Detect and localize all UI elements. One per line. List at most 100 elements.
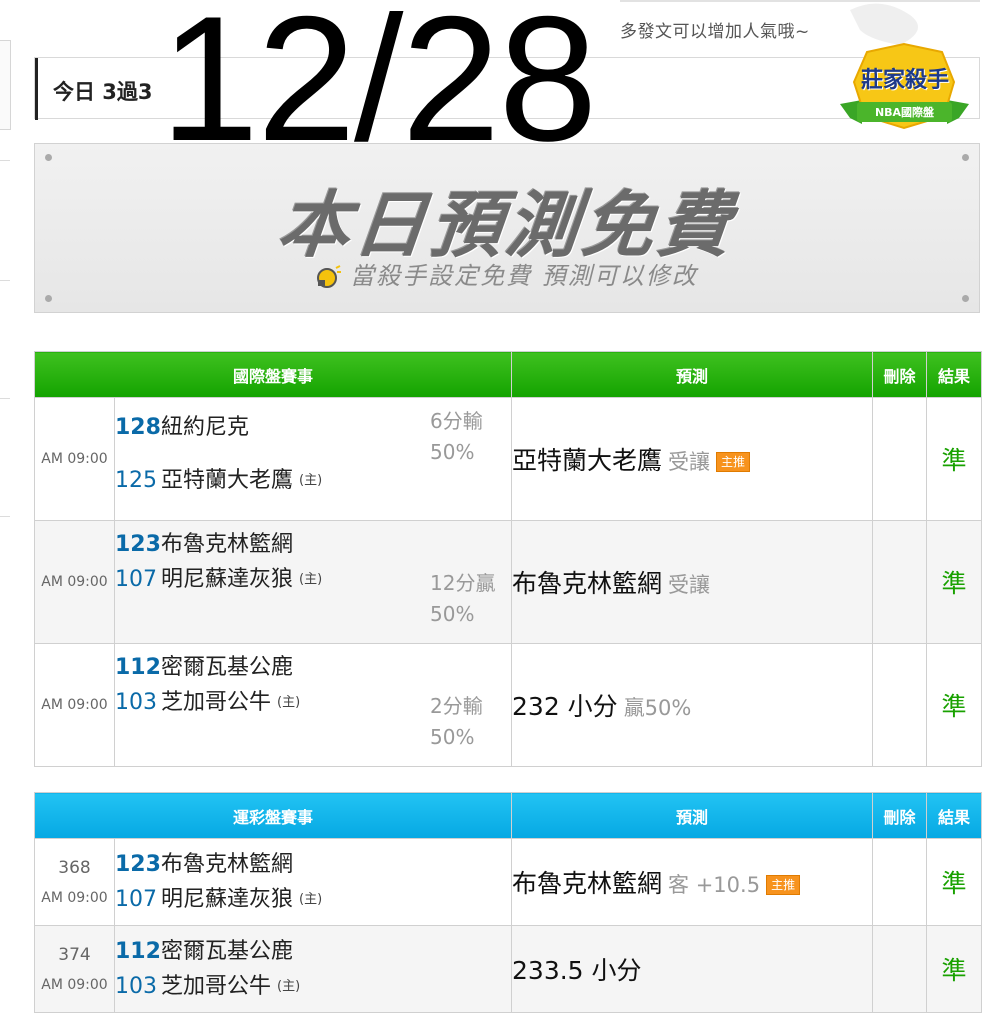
team-number: 125 (115, 467, 157, 493)
prediction-note: 受讓 (668, 450, 711, 474)
prediction-cell: 布魯克林籃網 受讓 (511, 520, 874, 644)
team-name: 明尼蘇達灰狼 (161, 886, 294, 912)
team-name: 紐約尼克 (161, 414, 250, 440)
delete-cell (872, 838, 928, 926)
lottery-picks-table: 運彩盤賽事 預測 刪除 結果 368 AM 09:00 123布魯克林籃網 107… (33, 792, 983, 1013)
background-watermark-icon (850, 3, 918, 46)
left-divider (0, 160, 10, 161)
header-delete: 刪除 (872, 792, 928, 839)
spread-info: 12分贏 50% (430, 568, 495, 630)
prediction-pick: 232 小分 (512, 692, 618, 721)
left-panel-tab (0, 40, 11, 130)
matchup: 123布魯克林籃網 107 明尼蘇達灰狼 (主) 12分贏 50% (113, 520, 513, 644)
daily-record-label: 今日 3過3 (53, 80, 153, 104)
header-delete: 刪除 (872, 351, 928, 398)
game-time-cell: 368 AM 09:00 (34, 838, 115, 926)
table-row: AM 09:00 112密爾瓦基公鹿 103 芝加哥公牛 (主) 2分輸 50% 23… (34, 643, 983, 767)
spread-info: 2分輸 50% (430, 691, 483, 753)
banner-rivet (45, 154, 52, 161)
team-name: 亞特蘭大老鷹 (161, 467, 294, 493)
result-cell: 準 (926, 838, 983, 926)
table-row: 368 AM 09:00 123布魯克林籃網 107 明尼蘇達灰狼 (主) 布魯克林籃… (34, 838, 983, 926)
team-number: 112 (115, 938, 161, 964)
spread-line: 6分輸 (430, 409, 483, 433)
header-accent-bar (35, 58, 38, 120)
header-event: 運彩盤賽事 (33, 792, 513, 839)
banner-rivet (962, 154, 969, 161)
team-name: 密爾瓦基公鹿 (161, 938, 294, 964)
team-name: 明尼蘇達灰狼 (161, 566, 294, 592)
international-picks-table: 國際盤賽事 預測 刪除 結果 AM 09:00 128紐約尼克 125 亞特蘭大老… (33, 351, 983, 767)
matchup: 112密爾瓦基公鹿 103 芝加哥公牛 (主) (113, 925, 513, 1013)
home-marker: (主) (277, 695, 301, 711)
table-row: AM 09:00 123布魯克林籃網 107 明尼蘇達灰狼 (主) 12分贏 50% … (34, 520, 983, 644)
delete-cell (872, 643, 928, 767)
team-name: 芝加哥公牛 (161, 689, 272, 715)
header-event: 國際盤賽事 (33, 351, 513, 398)
game-code: 374 (58, 945, 91, 965)
date-overlay: 12/28 (160, 0, 597, 178)
team-number: 107 (115, 566, 157, 592)
badge-subtitle: NBA國際盤 (874, 106, 935, 119)
spread-percent: 50% (430, 725, 475, 749)
bookie-killer-badge: 莊家殺手 NBA國際盤 (832, 42, 977, 137)
prediction-pick: 布魯克林籃網 (512, 569, 663, 598)
game-time-cell: 374 AM 09:00 (34, 925, 115, 1013)
badge-title: 莊家殺手 (860, 68, 949, 93)
away-team: 123布魯克林籃網 (115, 527, 511, 562)
game-code: 368 (58, 858, 91, 878)
team-number: 128 (115, 414, 161, 440)
delete-cell (872, 925, 928, 1013)
team-number: 112 (115, 654, 161, 680)
banner-subtitle: 當殺手設定免費 預測可以修改 (350, 262, 698, 290)
delete-cell (872, 520, 928, 644)
featured-tag: 主推 (716, 452, 751, 472)
banner-rivet (962, 295, 969, 302)
spread-percent: 50% (430, 440, 475, 464)
left-divider (0, 516, 10, 517)
away-team: 112密爾瓦基公鹿 (115, 650, 511, 685)
header-result: 結果 (926, 792, 983, 839)
table-row: 374 AM 09:00 112密爾瓦基公鹿 103 芝加哥公牛 (主) 233.5 … (34, 925, 983, 1013)
home-team: 107 明尼蘇達灰狼 (主) (115, 882, 511, 918)
table-header-row: 運彩盤賽事 預測 刪除 結果 (33, 792, 983, 839)
table-row: AM 09:00 128紐約尼克 125 亞特蘭大老鷹 (主) 6分輸 50% 亞特蘭… (34, 397, 983, 521)
banner-subtitle-row: 當殺手設定免費 預測可以修改 (35, 256, 979, 291)
prediction-cell: 布魯克林籃網客 +10.5 主推 (511, 838, 874, 926)
lightbulb-icon (317, 265, 342, 288)
header-prediction: 預測 (511, 792, 874, 839)
prediction-note: 客 +10.5 (668, 873, 761, 897)
team-number: 107 (115, 886, 157, 912)
home-team: 125 亞特蘭大老鷹 (主) (115, 463, 511, 499)
prediction-cell: 232 小分 贏50% (511, 643, 874, 767)
team-number: 123 (115, 531, 161, 557)
team-name: 芝加哥公牛 (161, 973, 272, 999)
delete-cell (872, 397, 928, 521)
spread-percent: 50% (430, 602, 475, 626)
table-header-row: 國際盤賽事 預測 刪除 結果 (33, 351, 983, 398)
left-divider (0, 280, 10, 281)
result-cell: 準 (926, 643, 983, 767)
home-marker: (主) (277, 979, 301, 995)
away-team: 123布魯克林籃網 (115, 847, 511, 882)
game-time: AM 09:00 (41, 977, 108, 993)
result-cell: 準 (926, 925, 983, 1013)
result-cell: 準 (926, 397, 983, 521)
prediction-cell: 亞特蘭大老鷹 受讓 主推 (511, 397, 874, 521)
spread-line: 12分贏 (430, 571, 496, 595)
team-name: 密爾瓦基公鹿 (161, 654, 294, 680)
prediction-pick: 233.5 小分 (512, 956, 642, 985)
game-time: AM 09:00 (34, 520, 115, 644)
home-marker: (主) (299, 572, 323, 588)
featured-tag: 主推 (766, 875, 801, 895)
prediction-note: 贏50% (623, 696, 692, 720)
home-team: 103 芝加哥公牛 (主) (115, 969, 511, 1005)
post-hint-text: 多發文可以增加人氣哦~ (620, 22, 810, 42)
banner-rivet (45, 295, 52, 302)
matchup: 128紐約尼克 125 亞特蘭大老鷹 (主) 6分輸 50% (113, 397, 513, 521)
prediction-note: 受讓 (668, 573, 711, 597)
left-divider (0, 398, 10, 399)
team-number: 103 (115, 689, 157, 715)
team-name: 布魯克林籃網 (161, 851, 294, 877)
team-number: 123 (115, 851, 161, 877)
